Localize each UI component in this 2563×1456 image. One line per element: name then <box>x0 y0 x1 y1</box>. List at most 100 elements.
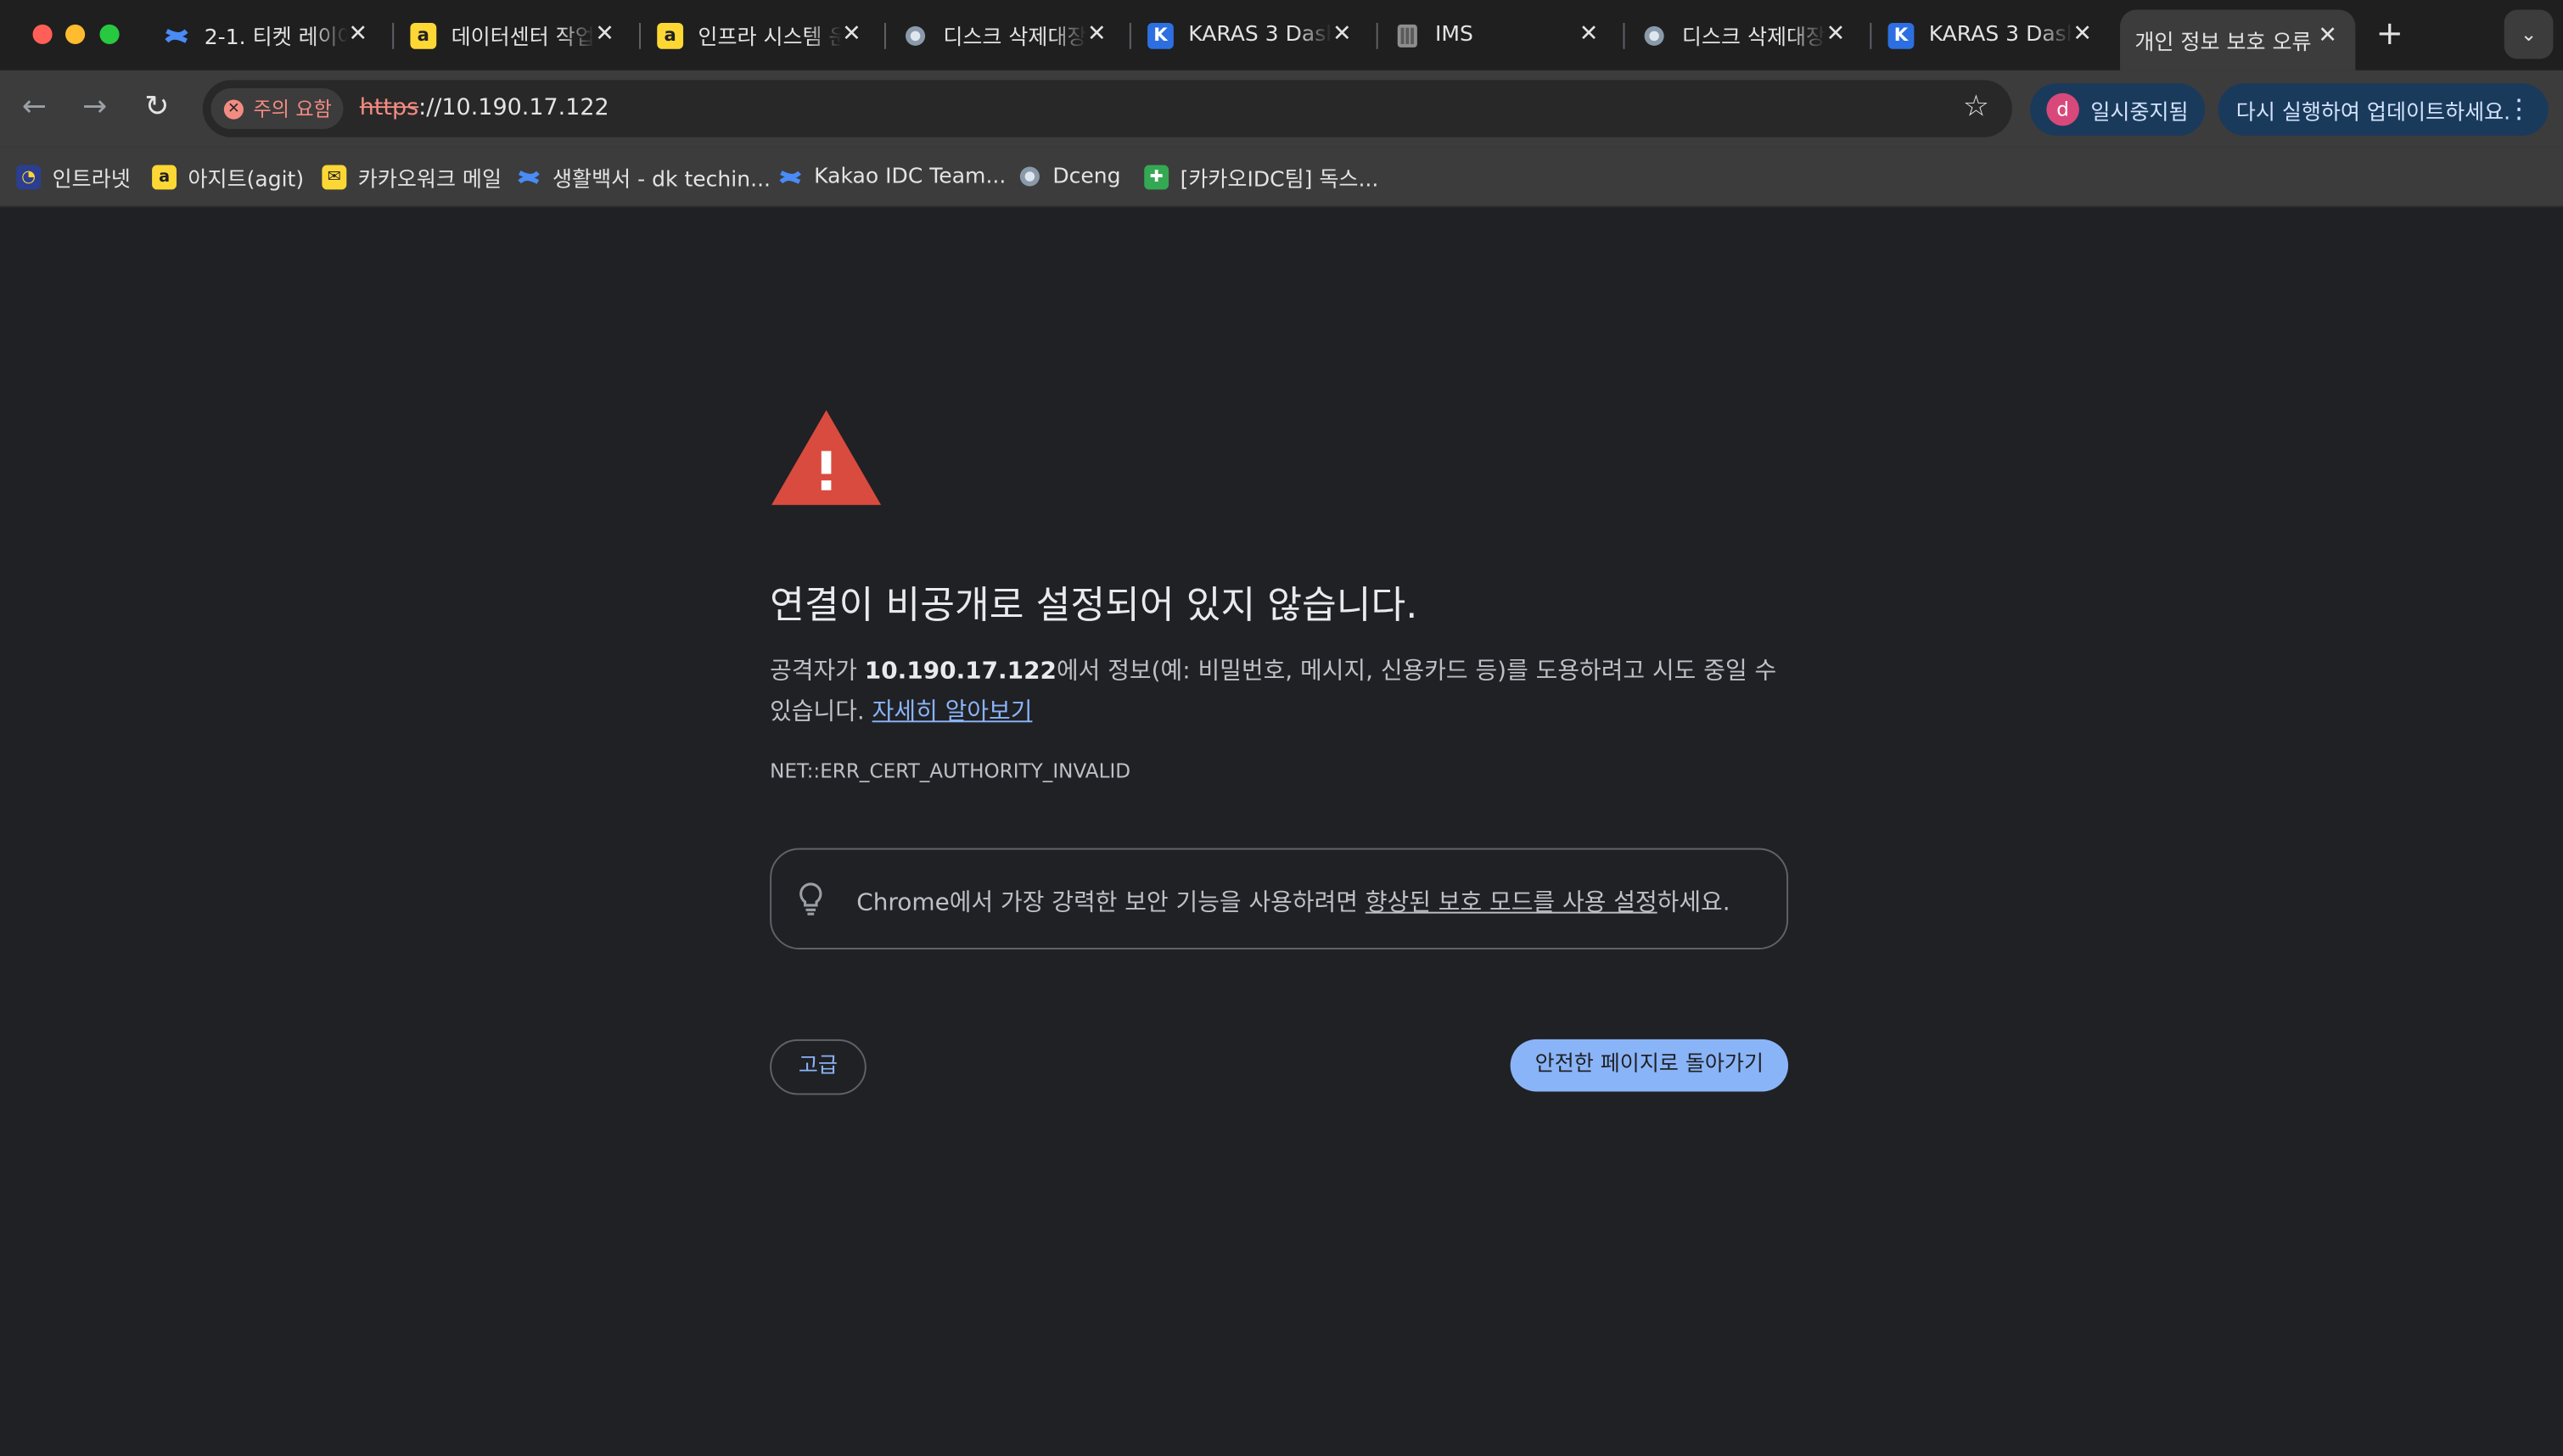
bookmark-label: Dceng <box>1052 164 1121 189</box>
karas-icon: K <box>1147 22 1174 48</box>
confluence-icon <box>517 165 541 189</box>
warning-icon <box>771 410 882 506</box>
security-chip[interactable]: ✕ 주의 요함 <box>210 88 344 130</box>
agit-icon: a <box>410 22 437 48</box>
tab-title: 개인 정보 보호 오류 <box>2134 31 2312 56</box>
tab-search-button[interactable]: ⌄ <box>2504 9 2554 59</box>
globe-icon <box>1641 22 1668 48</box>
interstitial-page: 연결이 비공개로 설정되어 있지 않습니다. 공격자가 10.190.17.12… <box>0 207 2563 1456</box>
tab-title: 데이터센터 작업 <box>451 25 595 51</box>
close-icon[interactable]: ✕ <box>343 20 373 49</box>
reload-icon: ↻ <box>144 89 170 125</box>
enhanced-protection-link[interactable]: 향상된 보호 모드를 사용 설정 <box>1366 891 1657 917</box>
bookmark-kakao-idc-team[interactable]: Kakao IDC Team... <box>778 162 1007 192</box>
close-icon[interactable]: ✕ <box>837 20 866 49</box>
tab-title: 디스크 삭제대장 <box>1681 25 1826 51</box>
back-button[interactable]: ← <box>14 88 53 127</box>
mail-icon: ✉ <box>322 164 347 189</box>
agit-icon: a <box>657 22 684 48</box>
close-icon[interactable]: ✕ <box>2313 21 2342 51</box>
arrow-left-icon: ← <box>21 89 47 125</box>
reload-button[interactable]: ↻ <box>137 88 177 127</box>
bookmark-label: 인트라넷 <box>52 167 131 193</box>
close-icon[interactable]: ✕ <box>1574 20 1604 49</box>
tab-privacy-error[interactable]: 개인 정보 보호 오류 ✕ <box>2120 9 2356 70</box>
forward-button[interactable]: → <box>76 88 115 127</box>
profile-status-label: 일시중지됨 <box>2090 100 2189 126</box>
bookmark-label: 아지트(agit) <box>188 167 305 193</box>
tab-disk-delete-2[interactable]: 디스크 삭제대장 ✕ <box>1624 8 1863 63</box>
address-bar[interactable]: ✕ 주의 요함 https://10.190.17.122 ☆ <box>202 80 2012 137</box>
profile-button[interactable]: d 일시중지됨 <box>2030 83 2206 136</box>
tab-karas-2[interactable]: K KARAS 3 Dashboard ✕ <box>1871 8 2110 63</box>
enhanced-protection-tip: Chrome에서 가장 강력한 보안 기능을 사용하려면 향상된 보호 모드를 … <box>770 848 1789 949</box>
minimize-window-button[interactable] <box>65 24 86 44</box>
relaunch-update-button[interactable]: 다시 실행하여 업데이트하세요. ⋮ <box>2218 83 2549 136</box>
tip-suffix: 하세요. <box>1657 890 1730 917</box>
tab-title: 2-1. 티켓 레이아웃 <box>204 25 348 51</box>
browser-toolbar: ← → ↻ ✕ 주의 요함 https://10.190.17.122 ☆ d … <box>0 70 2563 148</box>
description-text: 공격자가 <box>770 658 865 685</box>
url-text[interactable]: https://10.190.17.122 <box>360 95 609 121</box>
chevron-down-icon: ⌄ <box>2520 22 2538 46</box>
agit-icon: a <box>152 164 177 189</box>
tab-disk-delete-1[interactable]: 디스크 삭제대장 ✕ <box>886 8 1124 63</box>
bookmark-dceng[interactable]: Dceng <box>1017 162 1121 192</box>
back-to-safety-button[interactable]: 안전한 페이지로 돌아가기 <box>1510 1039 1789 1092</box>
tab-title: 디스크 삭제대장 <box>943 25 1087 51</box>
tab-title: IMS <box>1435 22 1473 48</box>
tab-strip: 2-1. 티켓 레이아웃 ✕ a 데이터센터 작업 ✕ a 인프라 시스템 운영… <box>0 0 2563 70</box>
confluence-icon <box>778 165 803 189</box>
host-name: 10.190.17.122 <box>864 658 1057 685</box>
bookmark-label: 카카오워크 메일 <box>357 167 502 193</box>
tab-ims[interactable]: IMS ✕ <box>1378 8 1617 63</box>
star-icon[interactable]: ☆ <box>1963 90 1989 124</box>
sheets-icon: ✚ <box>1144 164 1169 189</box>
close-icon[interactable]: ✕ <box>1327 20 1357 49</box>
tip-prefix: Chrome에서 가장 강력한 보안 기능을 사용하려면 <box>856 890 1366 917</box>
tab-ticket-layout[interactable]: 2-1. 티켓 레이아웃 ✕ <box>147 8 385 63</box>
tab-infra-system[interactable]: a 인프라 시스템 운영 ✕ <box>641 8 879 63</box>
bookmarks-bar: ◔ 인트라넷 a 아지트(agit) ✉ 카카오워크 메일 생활백서 - dk … <box>0 147 2563 208</box>
avatar: d <box>2046 92 2079 126</box>
arrow-right-icon: → <box>82 89 108 125</box>
bookmark-life-whitepaper[interactable]: 생활백서 - dk techin... <box>517 162 771 192</box>
tab-karas-1[interactable]: K KARAS 3 Dashboard ✕ <box>1131 8 1370 63</box>
error-icon: ✕ <box>223 98 244 119</box>
url-host: ://10.190.17.122 <box>418 94 609 121</box>
lightbulb-icon <box>799 882 822 916</box>
bookmark-agit[interactable]: a 아지트(agit) <box>152 162 304 192</box>
bookmark-kakaowork-mail[interactable]: ✉ 카카오워크 메일 <box>322 162 502 192</box>
learn-more-link[interactable]: 자세히 알아보기 <box>872 699 1033 725</box>
page-title: 연결이 비공개로 설정되어 있지 않습니다. <box>770 585 1418 628</box>
close-window-button[interactable] <box>32 24 53 44</box>
close-icon[interactable]: ✕ <box>1821 20 1851 49</box>
close-icon[interactable]: ✕ <box>2067 20 2097 49</box>
karas-icon: K <box>1887 22 1915 48</box>
bookmark-label: [카카오IDC팀] 독스... <box>1180 167 1379 193</box>
server-icon <box>1394 22 1421 48</box>
bookmark-label: Kakao IDC Team... <box>814 164 1007 189</box>
globe-icon <box>1017 165 1041 189</box>
tip-text: Chrome에서 가장 강력한 보안 기능을 사용하려면 향상된 보호 모드를 … <box>856 884 1730 918</box>
tab-datacenter-work[interactable]: a 데이터센터 작업 ✕ <box>394 8 632 63</box>
close-icon[interactable]: ✕ <box>1082 20 1112 49</box>
url-scheme: https <box>359 94 419 121</box>
advanced-button[interactable]: 고급 <box>770 1039 866 1095</box>
tab-title: KARAS 3 Dashboard <box>1188 22 1332 48</box>
bookmark-intranet[interactable]: ◔ 인트라넷 <box>16 162 131 192</box>
globe-icon <box>902 22 928 48</box>
more-menu-icon[interactable]: ⋮ <box>2506 93 2532 125</box>
tab-title: KARAS 3 Dashboard <box>1928 22 2072 48</box>
tab-title: 인프라 시스템 운영 <box>698 25 841 51</box>
error-description: 공격자가 10.190.17.122에서 정보(예: 비밀번호, 메시지, 신용… <box>770 652 1792 733</box>
bookmark-idc-docs[interactable]: ✚ [카카오IDC팀] 독스... <box>1144 162 1378 192</box>
close-icon[interactable]: ✕ <box>590 20 620 49</box>
confluence-icon <box>164 22 190 48</box>
maximize-window-button[interactable] <box>99 24 120 44</box>
security-chip-label: 주의 요함 <box>253 98 332 121</box>
new-tab-button[interactable]: + <box>2372 14 2408 50</box>
bookmark-label: 생활백서 - dk techin... <box>552 167 771 193</box>
error-code: NET::ERR_CERT_AUTHORITY_INVALID <box>770 759 1131 783</box>
intranet-icon: ◔ <box>16 164 42 189</box>
